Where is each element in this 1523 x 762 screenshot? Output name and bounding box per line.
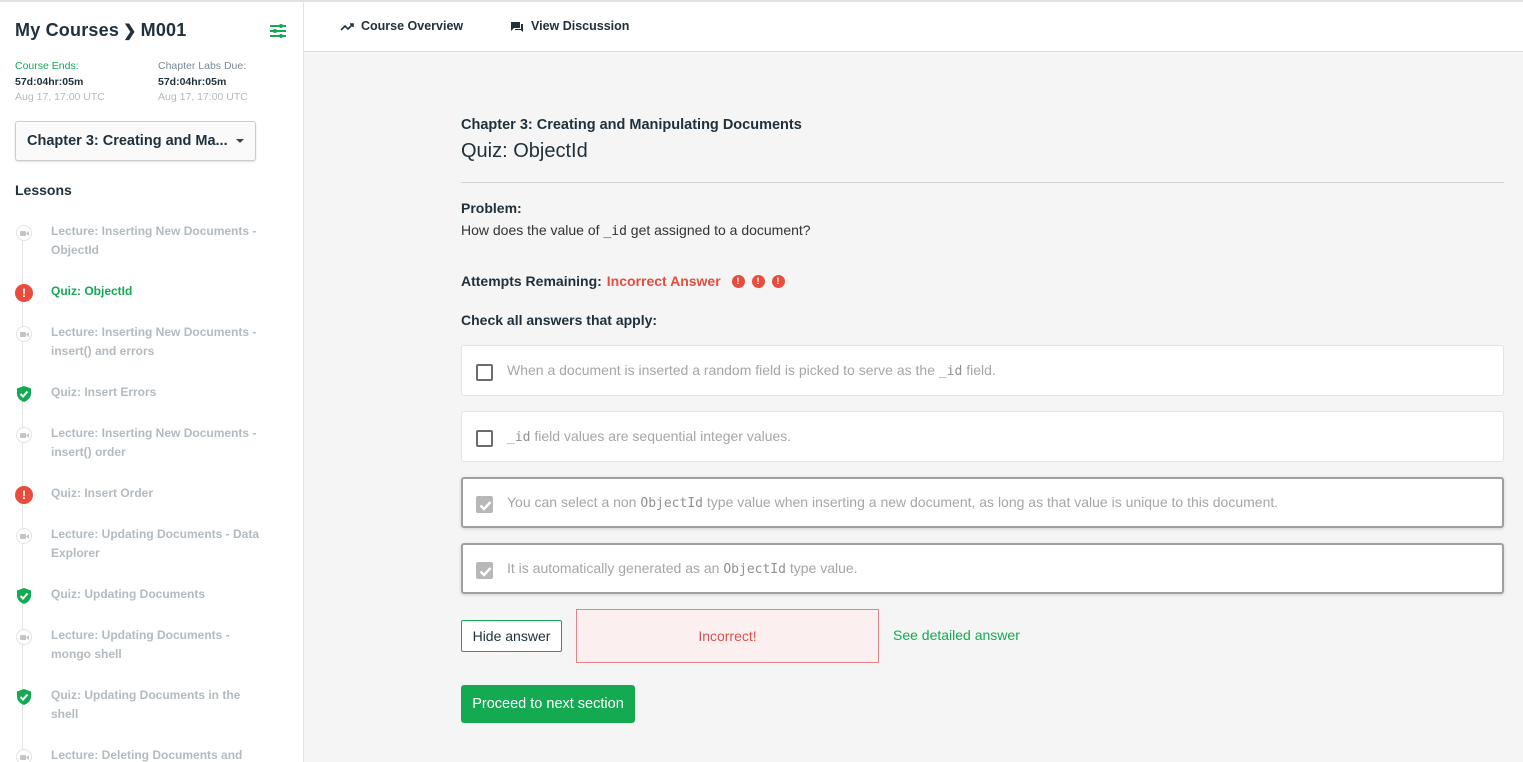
answer-text: When a document is inserted a random fie…	[507, 362, 996, 379]
attempt-error-icon: !	[751, 275, 765, 288]
see-detailed-answer-link[interactable]: See detailed answer	[893, 627, 1020, 643]
breadcrumb-course[interactable]: M001	[141, 20, 187, 40]
answer-option-selected[interactable]: It is automatically generated as an Obje…	[461, 543, 1504, 594]
video-icon	[16, 629, 32, 645]
course-overview-link[interactable]: Course Overview	[340, 19, 463, 33]
answer-option[interactable]: _id field values are sequential integer …	[461, 411, 1504, 462]
lesson-label: Lecture: Deleting Documents and	[51, 748, 243, 762]
trend-icon	[340, 22, 354, 31]
check-all-heading: Check all answers that apply:	[461, 312, 658, 328]
shield-check-icon	[15, 385, 33, 403]
lessons-heading: Lessons	[15, 182, 72, 198]
checkbox-checked[interactable]	[476, 496, 493, 513]
quiz-content: Chapter 3: Creating and Manipulating Doc…	[461, 0, 1504, 762]
proceed-button[interactable]: Proceed to next section	[461, 685, 635, 723]
breadcrumb-root[interactable]: My Courses	[15, 20, 119, 40]
error-icon: !	[15, 284, 33, 302]
lesson-label: Lecture: Inserting New Documents - Objec…	[51, 224, 257, 257]
hide-answer-button[interactable]: Hide answer	[461, 620, 562, 652]
answer-text: It is automatically generated as an Obje…	[507, 560, 858, 577]
lesson-label: Quiz: Insert Order	[51, 486, 154, 500]
course-ends-date: Aug 17, 17:00 UTC	[15, 91, 105, 103]
quiz-title: Quiz: ObjectId	[461, 140, 588, 162]
problem-text: How does the value of _id get assigned t…	[461, 222, 811, 239]
check-icon	[479, 567, 492, 577]
chapter-select[interactable]: Chapter 3: Creating and Ma...	[15, 121, 256, 161]
chapter-title: Chapter 3: Creating and Manipulating Doc…	[461, 117, 802, 133]
lesson-label: Quiz: Updating Documents	[51, 587, 205, 601]
lesson-label: Lecture: Updating Documents - Data Explo…	[51, 527, 260, 560]
labs-due: Chapter Labs Due: 57d:04hr:05m Aug 17, 1…	[158, 59, 248, 106]
deadlines: Course Ends: 57d:04hr:05m Aug 17, 17:00 …	[15, 59, 295, 109]
answer-text: _id field values are sequential integer …	[507, 428, 792, 445]
shield-check-icon	[15, 688, 33, 706]
checkbox[interactable]	[476, 364, 493, 381]
lesson-label: Quiz: Insert Errors	[51, 385, 157, 399]
answer-option[interactable]: When a document is inserted a random fie…	[461, 345, 1504, 396]
attempt-error-icon: !	[731, 275, 745, 288]
lesson-label: Lecture: Updating Documents - mongo shel…	[51, 628, 230, 661]
labs-due-date: Aug 17, 17:00 UTC	[158, 91, 248, 103]
lesson-label: Quiz: Updating Documents in the shell	[51, 688, 241, 721]
lesson-label: Lecture: Inserting New Documents - inser…	[51, 325, 257, 358]
course-overview-label: Course Overview	[361, 19, 464, 33]
problem-heading: Problem:	[461, 200, 522, 216]
attempt-error-icon: !	[771, 275, 785, 288]
check-icon	[479, 501, 492, 511]
divider	[461, 182, 1504, 183]
sidebar: My Courses ❯ M001 Course Ends: 57d:04hr:05…	[0, 2, 304, 762]
video-icon	[16, 528, 32, 544]
video-icon	[16, 225, 32, 241]
result-banner: Incorrect!	[576, 609, 879, 663]
attempts-label: Attempts Remaining:	[461, 273, 602, 289]
video-icon	[16, 749, 32, 762]
checkbox-checked[interactable]	[476, 562, 493, 579]
labs-due-countdown: 57d:04hr:05m	[158, 75, 227, 88]
lesson-label: Lecture: Inserting New Documents - inser…	[51, 426, 257, 459]
breadcrumb-separator-icon: ❯	[123, 23, 137, 40]
attempts-status: Incorrect Answer	[606, 273, 721, 289]
video-icon	[16, 427, 32, 443]
course-ends-label: Course Ends:	[15, 60, 79, 72]
attempts-remaining: Attempts Remaining: Incorrect Answer !!!	[461, 273, 785, 289]
answer-option-selected[interactable]: You can select a non ObjectId type value…	[461, 477, 1504, 528]
shield-check-icon	[15, 587, 33, 605]
answer-text: You can select a non ObjectId type value…	[507, 494, 1279, 511]
course-ends-countdown: 57d:04hr:05m	[15, 75, 84, 88]
video-icon	[16, 326, 32, 342]
chapter-select-value: Chapter 3: Creating and Ma...	[27, 133, 228, 149]
lesson-label: Quiz: ObjectId	[51, 284, 133, 298]
error-icon: !	[15, 486, 33, 504]
course-ends: Course Ends: 57d:04hr:05m Aug 17, 17:00 …	[15, 59, 105, 106]
caret-down-icon	[236, 139, 244, 143]
checkbox[interactable]	[476, 430, 493, 447]
labs-due-label: Chapter Labs Due:	[158, 60, 247, 72]
sidebar-menu-icon[interactable]	[268, 22, 288, 40]
breadcrumb: My Courses ❯ M001	[15, 20, 186, 41]
